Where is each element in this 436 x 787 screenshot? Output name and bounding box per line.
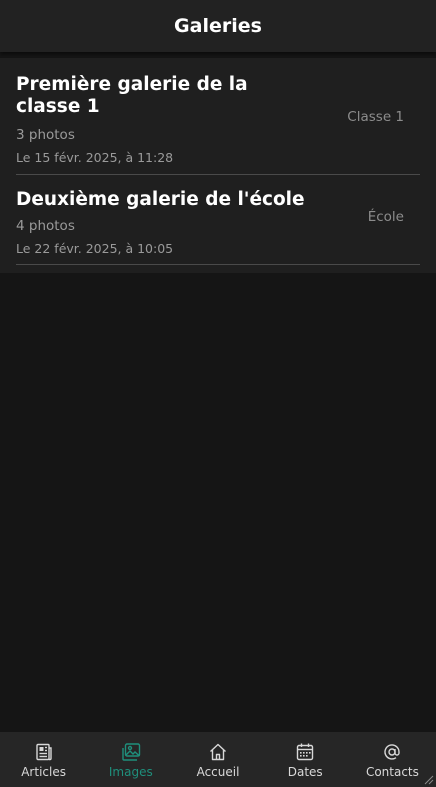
- resize-grip-icon[interactable]: [422, 773, 434, 785]
- calendar-icon: [297, 743, 314, 761]
- gallery-date: Le 15 févr. 2025, à 11:28: [16, 150, 174, 165]
- gallery-date: Le 22 févr. 2025, à 10:05: [16, 241, 174, 256]
- tab-label: Accueil: [196, 765, 240, 779]
- gallery-list-item[interactable]: Deuxième galerie de l'école 4 photos Le …: [16, 175, 420, 265]
- gallery-list: Première galerie de la classe 1 3 photos…: [0, 58, 436, 273]
- tab-label: Articles: [21, 765, 66, 779]
- gallery-audience-tag: Classe 1: [347, 109, 404, 125]
- tab-dates[interactable]: Dates: [262, 732, 349, 787]
- bottom-tab-bar: Articles Images Accueil Dates Contacts: [0, 732, 436, 787]
- tab-label: Contacts: [365, 765, 419, 779]
- home-icon: [210, 743, 226, 761]
- gallery-photo-count: 4 photos: [16, 218, 75, 234]
- app-screen: Galeries Première galerie de la classe 1…: [0, 0, 436, 787]
- tab-accueil[interactable]: Accueil: [174, 732, 261, 787]
- page-title: Galeries: [174, 15, 262, 37]
- gallery-title: Première galerie de la classe 1: [16, 74, 248, 117]
- tab-images[interactable]: Images: [87, 732, 174, 787]
- at-icon: [384, 744, 401, 760]
- gallery-title: Deuxième galerie de l'école: [16, 189, 305, 210]
- image-icon: [122, 743, 140, 761]
- tab-label: Dates: [287, 765, 323, 779]
- tab-label: Images: [108, 765, 153, 779]
- top-bar: Galeries: [0, 0, 436, 52]
- tab-articles[interactable]: Articles: [0, 732, 87, 787]
- newspaper-icon: [35, 743, 52, 761]
- gallery-audience-tag: École: [367, 209, 404, 225]
- gallery-photo-count: 3 photos: [16, 127, 75, 143]
- gallery-list-item[interactable]: Première galerie de la classe 1 3 photos…: [16, 58, 420, 175]
